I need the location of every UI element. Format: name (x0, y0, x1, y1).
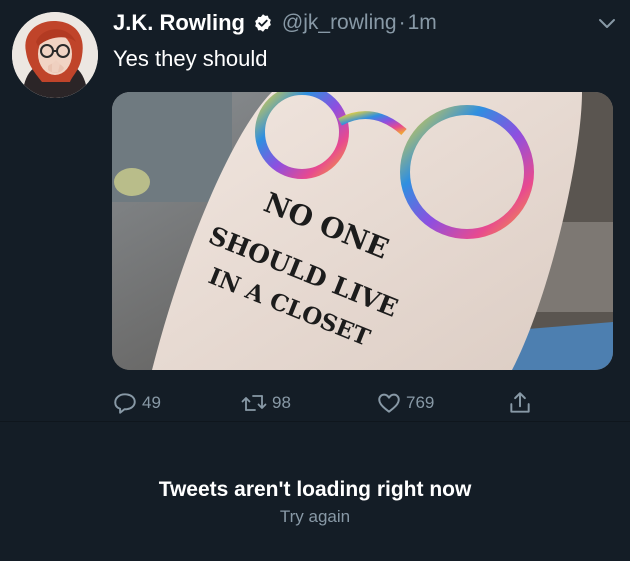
author-handle[interactable]: @jk_rowling (282, 11, 397, 34)
like-button[interactable]: 769 (376, 386, 434, 420)
chevron-down-icon[interactable] (598, 18, 616, 30)
reply-icon (114, 393, 136, 414)
separator-dot: · (398, 11, 406, 34)
share-icon (510, 392, 530, 413)
like-count: 769 (406, 393, 435, 412)
reply-button[interactable]: 49 (112, 386, 161, 420)
author-name[interactable]: J.K. Rowling (113, 10, 245, 35)
tweet-media[interactable]: NO ONE SHOULD LIVE IN A CLOSET (112, 92, 613, 370)
tweet-header: J.K. Rowling @jk_rowling·1m (113, 10, 610, 44)
tweet-timestamp[interactable]: 1m (408, 11, 437, 34)
verified-badge-icon (255, 14, 272, 32)
retweet-icon (241, 395, 267, 411)
tweet-page: J.K. Rowling @jk_rowling·1m Yes they sho… (0, 0, 630, 561)
retweet-button[interactable]: 98 (240, 386, 291, 420)
tattoo-photo: NO ONE SHOULD LIVE IN A CLOSET (112, 92, 613, 370)
avatar-image (12, 12, 98, 98)
divider (0, 421, 630, 422)
tweet-text: Yes they should (113, 46, 268, 71)
share-button[interactable] (507, 386, 537, 420)
loading-error-message: Tweets aren't loading right now (158, 478, 472, 501)
try-again-button[interactable]: Try again (0, 507, 630, 527)
heart-icon (378, 393, 400, 413)
reply-count: 49 (142, 393, 161, 412)
tweet-actions: 49 98 769 (112, 386, 613, 420)
retweet-count: 98 (272, 393, 291, 412)
avatar[interactable] (12, 12, 98, 98)
